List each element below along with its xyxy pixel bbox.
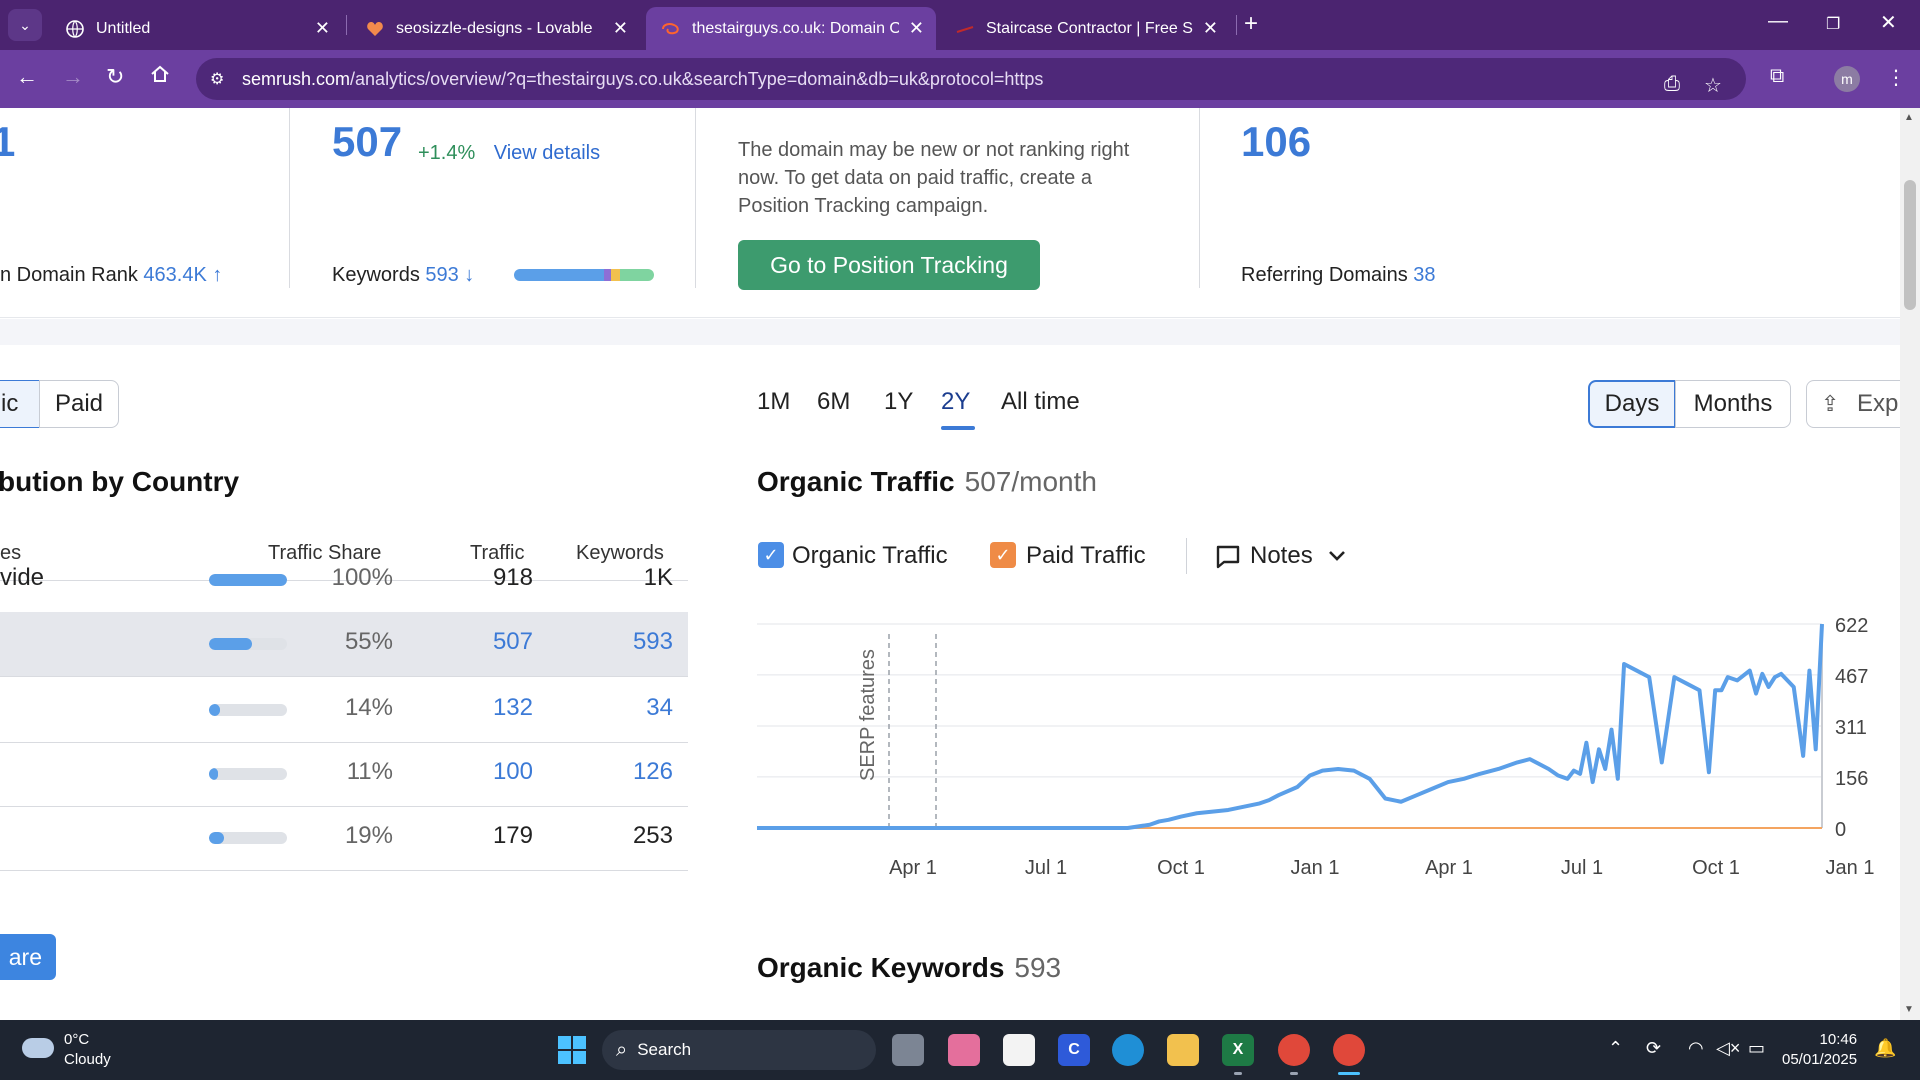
back-icon[interactable]: ←	[16, 64, 38, 90]
y-tick-label: 622	[1835, 615, 1868, 637]
y-tick-label: 467	[1835, 666, 1868, 688]
taskbar: 0°C Cloudy ⌕ Search C X ⌃ ⟳ ◠ ◁× ▭ 10:46…	[0, 1020, 1920, 1080]
close-tab-icon[interactable]: ✕	[909, 18, 924, 39]
copilot-icon[interactable]	[948, 1034, 980, 1066]
extensions-icon[interactable]: ⧉	[1770, 65, 1784, 88]
serp-features-annotation: SERP features	[857, 649, 879, 781]
bookmark-star-icon[interactable]: ☆	[1704, 73, 1722, 98]
edge-icon[interactable]	[1112, 1034, 1144, 1066]
search-icon: ⌕	[616, 1038, 628, 1061]
tab-bar: ⌄ Untitled ✕ seosizzle-designs - Lovable…	[0, 0, 1920, 50]
heart-icon	[366, 20, 384, 38]
organic-keywords-count: 593	[1014, 952, 1062, 983]
page-scrollbar[interactable]: ▲ ▼	[1900, 108, 1920, 1020]
tab-title: thestairguys.co.uk: Domain Ove	[692, 19, 899, 37]
tab-lovable[interactable]: seosizzle-designs - Lovable ✕	[350, 7, 640, 50]
x-tick-label: Apr 1	[889, 857, 937, 879]
x-tick-label: Jan 1	[1291, 857, 1340, 879]
globe-icon	[66, 19, 84, 38]
profile-avatar[interactable]: m	[1834, 66, 1860, 92]
semrush-page: 1 n Domain Rank 463.4K ↑ 507 +1.4% View …	[0, 108, 1900, 1020]
organic-traffic-chart: 622 467 311 156 0 SERP features Apr 1 Jul 1 Oct …	[757, 615, 1875, 879]
scroll-down-icon[interactable]: ▼	[1904, 1004, 1914, 1015]
forward-icon[interactable]: →	[62, 64, 84, 90]
minimize-icon[interactable]: —	[1768, 10, 1788, 33]
x-tick-label: Oct 1	[1157, 857, 1205, 879]
close-tab-icon[interactable]: ✕	[1203, 18, 1218, 39]
close-tab-icon[interactable]: ✕	[315, 18, 330, 39]
clock-date: 05/01/2025	[1782, 1051, 1858, 1068]
windows-start-icon[interactable]	[556, 1034, 588, 1066]
tab-semrush[interactable]: thestairguys.co.uk: Domain Ove ✕	[646, 7, 936, 50]
address-bar: ← → ↻ ⚙ semrush.com/analytics/overview/?…	[0, 50, 1920, 108]
site-info-icon[interactable]: ⚙	[210, 69, 230, 89]
new-tab-icon[interactable]: +	[1244, 10, 1258, 38]
tab-title: Staircase Contractor | Free Site	[986, 19, 1193, 37]
chrome-icon[interactable]	[1278, 1034, 1310, 1066]
x-tick-label: Oct 1	[1692, 857, 1740, 879]
url-text: semrush.com/analytics/overview/?q=thesta…	[242, 68, 1044, 89]
organic-keywords-title: Organic Keywords 593	[757, 952, 1062, 983]
x-tick-label: Apr 1	[1425, 857, 1473, 879]
active-indicator	[1338, 1072, 1360, 1075]
x-tick-label: Jul 1	[1025, 857, 1067, 879]
tab-divider	[1236, 15, 1237, 35]
show-hidden-icons-icon[interactable]: ⌃	[1608, 1038, 1623, 1059]
battery-icon[interactable]: ▭	[1748, 1038, 1765, 1059]
weather-temp: 0°C	[64, 1031, 90, 1048]
task-view-icon[interactable]	[892, 1034, 924, 1066]
quick-assist-icon[interactable]: C	[1058, 1034, 1090, 1066]
chevron-down-icon: ⌄	[19, 16, 31, 33]
sync-icon[interactable]: ⟳	[1646, 1038, 1661, 1059]
install-app-icon[interactable]: ⎙	[1664, 73, 1680, 96]
taskbar-search[interactable]: ⌕ Search	[602, 1030, 876, 1070]
y-tick-label: 0	[1835, 819, 1846, 841]
tab-untitled[interactable]: Untitled ✕	[50, 7, 342, 50]
scroll-up-icon[interactable]: ▲	[1904, 112, 1914, 123]
weather-condition: Cloudy	[64, 1051, 111, 1068]
store-icon[interactable]	[1003, 1034, 1035, 1066]
wifi-icon[interactable]: ◠	[1688, 1038, 1704, 1059]
x-tick-label: Jan 1	[1826, 857, 1875, 879]
tab-staircase[interactable]: Staircase Contractor | Free Site ✕	[940, 7, 1230, 50]
y-tick-label: 311	[1835, 717, 1867, 739]
file-explorer-icon[interactable]	[1167, 1034, 1199, 1066]
search-label: Search	[637, 1040, 692, 1059]
cloud-icon[interactable]	[22, 1038, 54, 1058]
clock[interactable]: 10:46 05/01/2025	[1782, 1030, 1857, 1070]
menu-dots-icon[interactable]: ⋮	[1886, 65, 1906, 90]
tab-search-button[interactable]: ⌄	[8, 9, 42, 41]
scrollbar-thumb[interactable]	[1904, 180, 1916, 310]
x-tick-label: Jul 1	[1561, 857, 1603, 879]
close-tab-icon[interactable]: ✕	[613, 18, 628, 39]
weather-widget[interactable]: 0°C Cloudy	[64, 1030, 111, 1070]
chrome-profile-icon[interactable]	[1333, 1034, 1365, 1066]
speaker-muted-icon[interactable]: ◁×	[1716, 1038, 1740, 1059]
tab-title: Untitled	[96, 19, 151, 37]
close-window-icon[interactable]: ✕	[1880, 10, 1897, 35]
restore-icon[interactable]: ❐	[1826, 14, 1840, 34]
tab-title: seosizzle-designs - Lovable	[396, 19, 593, 37]
y-tick-label: 156	[1835, 768, 1868, 790]
url-field[interactable]: ⚙ semrush.com/analytics/overview/?q=thes…	[196, 58, 1746, 100]
semrush-icon	[662, 20, 680, 38]
reload-icon[interactable]: ↻	[106, 64, 124, 90]
home-icon[interactable]	[150, 64, 170, 90]
notification-bell-icon[interactable]: 🔔	[1874, 1038, 1896, 1059]
excel-icon[interactable]: X	[1222, 1034, 1254, 1066]
running-indicator	[1290, 1072, 1298, 1075]
tab-divider	[346, 15, 347, 35]
running-indicator	[1234, 1072, 1242, 1075]
site-icon	[956, 20, 974, 38]
clock-time: 10:46	[1819, 1031, 1858, 1048]
